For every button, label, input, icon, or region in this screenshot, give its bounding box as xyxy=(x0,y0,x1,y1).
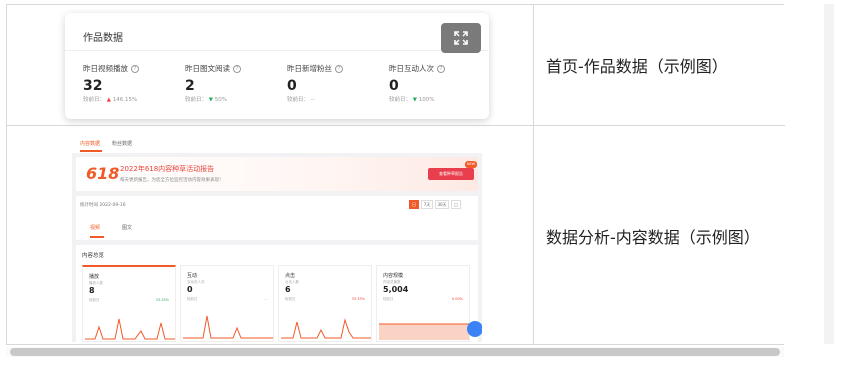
compare-prefix: 较前日： xyxy=(185,97,208,103)
document-table: 作品数据 昨日视频播放? 32 较前日： ▲ 146.15% 昨日图文阅读 ? … xyxy=(6,4,785,345)
vertical-scrollbar[interactable] xyxy=(824,4,834,344)
sparkline xyxy=(183,315,273,339)
banner-title: 2022年618内容种草活动报告 xyxy=(120,165,215,173)
metric-interactions: 昨日互动人次? 0 较前日： ▼ 100% xyxy=(389,63,489,103)
table-row: 作品数据 昨日视频播放? 32 较前日： ▲ 146.15% 昨日图文阅读 ? … xyxy=(7,5,785,126)
page: 作品数据 昨日视频播放? 32 较前日： ▲ 146.15% 昨日图文阅读 ? … xyxy=(0,0,847,372)
card-compare: 较前日 xyxy=(383,297,394,301)
card-label: 播放 xyxy=(89,274,100,280)
expand-icon xyxy=(454,31,468,45)
caption-text: 数据分析-内容数据（示例图） xyxy=(546,227,760,247)
range-7d-button[interactable]: 7天 xyxy=(421,200,433,209)
question-circle-icon[interactable]: ? xyxy=(335,65,343,73)
stat-time: 统计时间 2022-09-16 xyxy=(80,203,126,208)
compare-prefix: 较前日： xyxy=(287,97,310,103)
caption-cell: 数据分析-内容数据（示例图） xyxy=(534,126,785,345)
metric-article-reads: 昨日图文阅读? 2 较前日： ▼ 50% xyxy=(185,63,285,103)
card-percent: 33.33% xyxy=(155,298,169,302)
caption-cell: 首页-作品数据（示例图） xyxy=(534,5,785,125)
sparkline xyxy=(85,318,175,340)
metric-label: 昨日视频播放 xyxy=(83,64,128,73)
view-report-button[interactable]: 查看种草报告 xyxy=(428,168,474,180)
compare-value: 50% xyxy=(214,97,227,103)
new-badge: NEW xyxy=(465,161,477,168)
card-percent: 33.33% xyxy=(351,297,365,301)
trend-up-icon: ▲ xyxy=(106,97,111,103)
card-label: 点击 xyxy=(285,273,296,279)
trend-down-icon: ▼ xyxy=(208,97,213,103)
horizontal-scrollbar[interactable] xyxy=(6,347,784,357)
card-value: 6 xyxy=(285,285,291,294)
trend-down-icon: ▼ xyxy=(412,97,417,103)
compare-prefix: 较前日： xyxy=(83,97,106,103)
metric-compare: 较前日： ▼ 50% xyxy=(185,95,285,103)
overview-card-content-scale[interactable]: 内容规模 内容总篇数 5,004 较前日 0.00% xyxy=(376,265,470,342)
range-day-button[interactable]: 日 xyxy=(409,200,419,209)
metric-compare: 较前日： ▼ 100% xyxy=(389,95,489,103)
metric-value: 32 xyxy=(83,78,103,94)
metric-label: 昨日图文阅读 xyxy=(185,64,230,73)
area-chart xyxy=(379,323,469,340)
metric-label: 昨日互动人次 xyxy=(389,64,434,73)
content-overview: 内容总览 播放 播放人数 8 较前日 33.33% 互动 互动总人次 0 较前日… xyxy=(76,245,478,342)
card-compare: 较前日 xyxy=(285,297,296,301)
metric-compare: 较前日： ▲ 146.15% xyxy=(83,95,183,103)
image-cell: 作品数据 昨日视频播放? 32 较前日： ▲ 146.15% 昨日图文阅读 ? … xyxy=(7,5,534,125)
subtab-article[interactable]: 图文 xyxy=(122,224,132,231)
card-label: 内容规模 xyxy=(383,273,404,279)
card-percent: 0.00% xyxy=(451,297,463,301)
overview-card-interactions[interactable]: 互动 互动总人次 0 较前日 -- xyxy=(180,265,274,342)
divider xyxy=(65,50,489,51)
card-label: 互动 xyxy=(187,273,198,279)
card-title: 作品数据 xyxy=(83,33,123,44)
overview-title: 内容总览 xyxy=(82,253,105,259)
works-data-card: 作品数据 昨日视频播放? 32 较前日： ▲ 146.15% 昨日图文阅读 ? … xyxy=(65,13,489,119)
calendar-button[interactable]: □ xyxy=(451,200,461,209)
range-30d-button[interactable]: 30天 xyxy=(435,200,449,209)
card-value: 8 xyxy=(89,286,95,295)
overview-card-clicks[interactable]: 点击 点击人数 6 较前日 33.33% xyxy=(278,265,372,342)
dashboard-tabs: 内容数据 粉丝数据 xyxy=(72,135,482,153)
promo-banner: 618 2022年618内容种草活动报告 每天更新报告，为您全方位监控活动内容效… xyxy=(76,157,478,191)
metric-value: 0 xyxy=(287,78,297,94)
table-row: 内容数据 粉丝数据 618 2022年618内容种草活动报告 每天更新报告，为您… xyxy=(7,126,785,345)
banner-subtitle: 每天更新报告，为您全方位监控活动内容效果表现！ xyxy=(120,178,224,183)
caption-text: 首页-作品数据（示例图） xyxy=(546,57,728,76)
overview-card-plays[interactable]: 播放 播放人数 8 较前日 33.33% xyxy=(82,265,176,342)
dashboard-screenshot: 内容数据 粉丝数据 618 2022年618内容种草活动报告 每天更新报告，为您… xyxy=(72,135,482,342)
tab-content-data[interactable]: 内容数据 xyxy=(80,140,100,147)
card-value: 0 xyxy=(187,285,193,294)
compare-value: 100% xyxy=(418,97,435,103)
metric-value: 2 xyxy=(185,78,195,94)
metric-value: 0 xyxy=(389,78,399,94)
scrollbar-thumb[interactable] xyxy=(10,348,780,356)
expand-button[interactable] xyxy=(441,23,481,53)
tab-fans-data[interactable]: 粉丝数据 xyxy=(112,140,132,147)
metric-video-plays: 昨日视频播放? 32 较前日： ▲ 146.15% xyxy=(83,63,183,103)
card-compare: 较前日 xyxy=(187,297,198,301)
metric-compare: 较前日： -- xyxy=(287,95,387,103)
active-tab-indicator xyxy=(80,150,102,152)
sparkline xyxy=(281,318,371,339)
card-percent: -- xyxy=(264,297,267,301)
question-circle-icon[interactable]: ? xyxy=(131,65,139,73)
active-subtab-indicator xyxy=(90,236,104,238)
compare-value: 146.15% xyxy=(112,97,138,103)
question-circle-icon[interactable]: ? xyxy=(233,65,241,73)
card-compare: 较前日 xyxy=(89,298,100,302)
compare-prefix: 较前日： xyxy=(389,97,412,103)
card-value: 5,004 xyxy=(383,285,409,294)
image-cell: 内容数据 粉丝数据 618 2022年618内容种草活动报告 每天更新报告，为您… xyxy=(7,126,534,345)
banner-logo: 618 xyxy=(86,164,120,183)
filter-toolbar: 统计时间 2022-09-16 日 7天 30天 □ 视频 图文 xyxy=(76,196,478,240)
floating-help-button[interactable] xyxy=(467,321,482,337)
metric-new-followers: 昨日新增粉丝? 0 较前日： -- xyxy=(287,63,387,103)
compare-value: -- xyxy=(310,97,315,103)
question-circle-icon[interactable]: ? xyxy=(437,65,445,73)
metric-label: 昨日新增粉丝 xyxy=(287,64,332,73)
subtab-video[interactable]: 视频 xyxy=(90,224,100,231)
